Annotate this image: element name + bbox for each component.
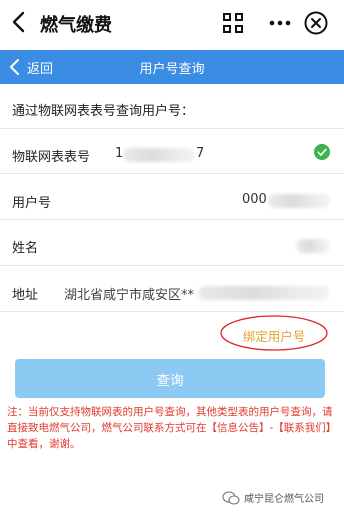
user-number-label: 用户号 — [12, 196, 52, 211]
watermark-text: 咸宁昆仑燃气公司 — [244, 494, 324, 505]
divider — [0, 311, 344, 312]
wechat-icon — [222, 490, 240, 505]
nav-bar: 返回 用户号查询 — [0, 50, 344, 84]
check-icon — [314, 144, 330, 160]
back-arrow-icon[interactable] — [8, 10, 32, 34]
bind-link-label: 绑定用户号 — [242, 329, 306, 344]
meter-number-value-end: 7 — [196, 146, 205, 161]
query-prompt: 通过物联网表表号查询用户号： — [12, 104, 195, 119]
close-icon[interactable] — [303, 10, 329, 36]
redacted-value — [268, 194, 330, 208]
page-title: 燃气缴费 — [40, 15, 112, 36]
nav-title: 用户号查询 — [139, 62, 205, 77]
divider — [0, 128, 344, 129]
redacted-value — [123, 148, 195, 162]
scan-icon[interactable] — [222, 12, 244, 34]
query-button[interactable]: 查询 — [15, 359, 325, 398]
redacted-value — [198, 286, 330, 300]
top-bar: 燃气缴费 — [0, 0, 344, 46]
redacted-value — [296, 239, 330, 253]
notice-text: 注：当前仅支持物联网表的用户号查询，其他类型表的用户号查询，请直接致电燃气公司，… — [7, 406, 337, 450]
watermark: 咸宁昆仑燃气公司 — [222, 490, 324, 505]
more-icon[interactable] — [268, 12, 292, 34]
address-value: 湖北省咸宁市咸安区** — [64, 288, 195, 303]
divider — [0, 265, 344, 266]
meter-number-label: 物联网表表号 — [12, 150, 91, 165]
divider — [0, 173, 344, 174]
user-number-value: 000 — [242, 192, 267, 207]
address-label: 地址 — [12, 288, 39, 303]
name-label: 姓名 — [12, 241, 39, 256]
bind-user-number-link[interactable]: 绑定用户号 — [219, 313, 329, 353]
divider — [0, 219, 344, 220]
